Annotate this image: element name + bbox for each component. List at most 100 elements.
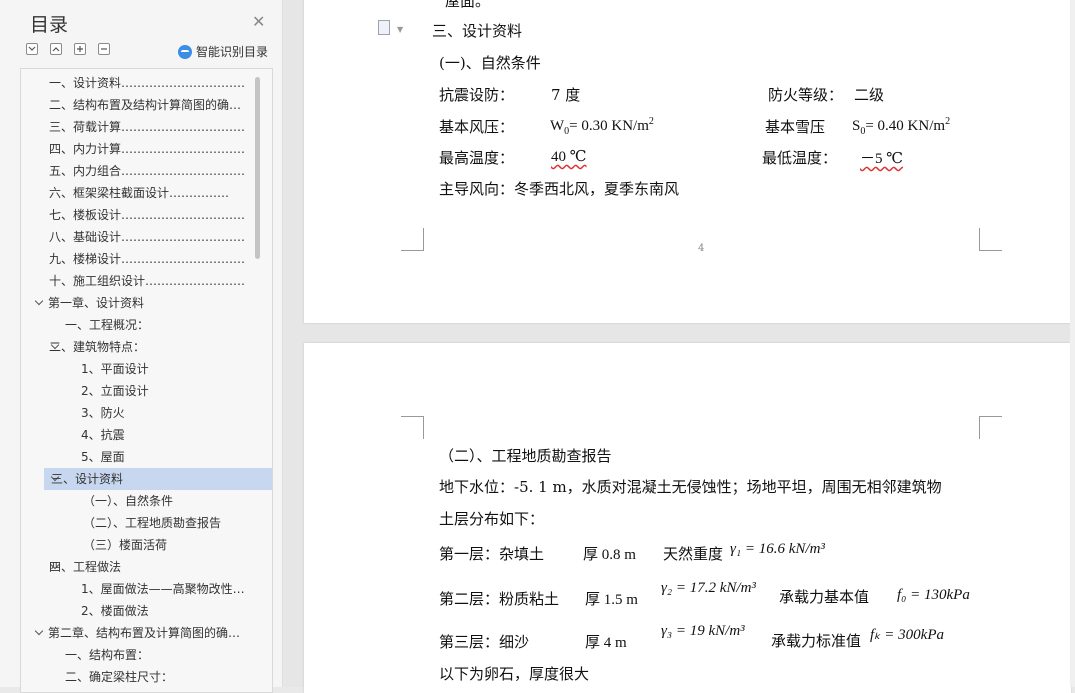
outline-item-label: 四、工程做法 [49, 560, 122, 574]
outline-item[interactable]: 三、荷载计算…………………………… [21, 116, 261, 138]
remove-heading-icon[interactable] [98, 43, 110, 55]
outline-item[interactable]: 六、框架梁柱截面设计…………… [21, 182, 261, 204]
add-heading-icon[interactable] [74, 43, 86, 55]
outline-item-label: 六、框架梁柱截面设计…………… [49, 186, 230, 200]
outline-item[interactable]: 二、建筑物特点： [21, 336, 261, 358]
outline-item[interactable]: 2、楼面做法 [21, 600, 261, 622]
outline-item[interactable]: 七、楼板设计…………………………… [21, 204, 261, 226]
outline-item[interactable]: 2、立面设计 [21, 380, 261, 402]
outline-item[interactable]: 一、设计资料…………………………… [21, 72, 261, 94]
margin-mark [979, 416, 1002, 439]
page-4: 屋面。 ▼ 三、设计资料 (一)、自然条件 抗震设防： 7 度 防火等级： 二级… [304, 0, 1071, 323]
outline-item-label: 八、基础设计…………………………… [49, 230, 246, 244]
wind-value: W0= 0.30 KN/m2 [550, 116, 654, 137]
layer2-formula: γ₂ = 17.2 kN/m³ [661, 580, 756, 596]
fire-label: 防火等级： [768, 86, 844, 104]
outline-item-label: 四、内力计算…………………………… [49, 142, 246, 156]
layer2-bearing-label: 承载力基本值 [779, 588, 870, 606]
outline-item-label: 2、立面设计 [81, 384, 149, 398]
close-icon[interactable]: ✕ [252, 12, 265, 31]
smart-outline-label: 智能识别目录 [196, 45, 269, 59]
outline-item-label: 二、结构布置及结构计算简图的确… [49, 98, 242, 112]
layer1-formula: γ₁ = 16.6 kN/m³ [730, 541, 825, 557]
below-line: 以下为卵石，厚度很大 [439, 665, 590, 683]
fire-value: 二级 [854, 86, 885, 104]
outline-scrollbar[interactable] [255, 77, 260, 259]
outline-item-label: 3、防火 [81, 406, 125, 420]
outline-tree: 一、设计资料…………………………… 二、结构布置及结构计算简图的确… 三、荷载计算…… [20, 68, 273, 693]
outline-item[interactable]: 第一章、设计资料 [21, 292, 261, 314]
outline-item[interactable]: 五、内力组合…………………………… [21, 160, 261, 182]
layer1-name: 第一层：杂填土 [439, 545, 545, 563]
margin-mark [401, 416, 424, 439]
outline-item[interactable]: 四、工程做法 [21, 556, 261, 578]
outline-item[interactable]: 十、施工组织设计……………………… [21, 270, 261, 292]
subheading-natural-conditions: (一)、自然条件 [439, 54, 541, 72]
outline-item-label: 二、建筑物特点： [49, 340, 146, 354]
outline-item-label: 一、结构布置： [65, 648, 150, 662]
heading-design-data: 三、设计资料 [432, 22, 523, 40]
outline-item[interactable]: 3、防火 [21, 402, 261, 424]
outline-item[interactable]: （三）楼面活荷 [21, 534, 261, 556]
page-5: （二）、工程地质勘查报告 地下水位：-5. 1 m，水质对混凝土无侵蚀性；场地平… [304, 343, 1071, 693]
layer3-thickness: 厚 4 m [585, 635, 627, 651]
seismic-value: 7 度 [551, 86, 581, 104]
chevron-down-icon[interactable] [35, 292, 45, 314]
margin-mark [979, 228, 1002, 251]
outline-item[interactable]: 一、工程概况： [21, 314, 261, 336]
outline-item-label: 5、屋面 [81, 450, 125, 464]
min-temp-value: －5 ℃ [860, 151, 904, 167]
outline-item[interactable]: 4、抗震 [21, 424, 261, 446]
outline-item[interactable]: 1、平面设计 [21, 358, 261, 380]
outline-item[interactable]: （二）、工程地质勘查报告 [21, 512, 261, 534]
layer3-name: 第三层：细沙 [439, 633, 530, 651]
smart-outline-button[interactable]: 智能识别目录 [178, 43, 268, 60]
outline-item-label: 十、施工组织设计……………………… [49, 274, 246, 288]
outline-item[interactable]: 一、结构布置： [21, 644, 261, 666]
outline-item-label: 1、平面设计 [81, 362, 149, 376]
chevron-down-icon[interactable]: ▼ [397, 25, 403, 34]
outline-title: 目录 [30, 14, 69, 36]
text-line: 屋面。 [445, 0, 491, 10]
layer2-thickness: 厚 1.5 m [585, 592, 638, 608]
document-scrollbar[interactable] [1070, 0, 1075, 687]
outline-item[interactable]: 三、设计资料 [44, 468, 272, 490]
layer3-bearing: fₖ = 300kPa [870, 627, 944, 643]
outline-item[interactable]: 八、基础设计…………………………… [21, 226, 261, 248]
outline-item[interactable]: 九、楼梯设计…………………………… [21, 248, 261, 270]
snow-label: 基本雪压 [765, 118, 826, 136]
outline-item[interactable]: 四、内力计算…………………………… [21, 138, 261, 160]
collapse-all-icon[interactable] [26, 43, 38, 55]
layer3-bearing-label: 承载力标准值 [771, 632, 862, 650]
layer1-thickness: 厚 0.8 m [583, 547, 636, 563]
outline-item[interactable]: 第二章、结构布置及计算简图的确… [21, 622, 261, 644]
outline-item-label: 七、楼板设计…………………………… [49, 208, 246, 222]
outline-item-label: （二）、工程地质勘查报告 [83, 516, 222, 530]
outline-item-label: 三、荷载计算…………………………… [49, 120, 246, 134]
margin-mark [401, 228, 424, 251]
outline-item[interactable]: 二、确定梁柱尺寸： [21, 666, 261, 688]
outline-panel: 目录 ✕ 智能识别目录 一、设计资料…………………………… 二、结构布置及结构计算… [0, 0, 283, 693]
outline-item[interactable]: （一）、自然条件 [21, 490, 261, 512]
outline-item[interactable]: 二、结构布置及结构计算简图的确… [21, 94, 261, 116]
chevron-down-icon[interactable] [35, 622, 45, 644]
outline-item[interactable]: 5、屋面 [21, 446, 261, 468]
outline-item-label: 九、楼梯设计…………………………… [49, 252, 246, 266]
document-area: 屋面。 ▼ 三、设计资料 (一)、自然条件 抗震设防： 7 度 防火等级： 二级… [284, 0, 1075, 693]
outline-item-label: 二、确定梁柱尺寸： [65, 670, 174, 684]
outline-item-label: 2、楼面做法 [81, 604, 149, 618]
outline-item-label: （三）楼面活荷 [83, 538, 168, 552]
soil-intro: 土层分布如下： [439, 510, 545, 528]
max-temp-value: 40 ℃ [551, 149, 587, 165]
outline-item-label: 三、设计资料 [51, 472, 124, 486]
smart-outline-icon [178, 44, 192, 59]
layer2-name: 第二层：粉质粘土 [439, 590, 560, 608]
wind-label: 基本风压： [439, 118, 515, 136]
layer1-weight-label: 天然重度 [663, 545, 724, 563]
expand-up-icon[interactable] [50, 43, 62, 55]
layer2-bearing: f₀ = 130kPa [897, 587, 970, 603]
document-icon[interactable] [378, 20, 390, 35]
outline-item-label: 一、工程概况： [65, 318, 150, 332]
outline-item[interactable]: 1、屋面做法——高聚物改性… [21, 578, 261, 600]
subheading-geology: （二）、工程地质勘查报告 [439, 447, 612, 465]
